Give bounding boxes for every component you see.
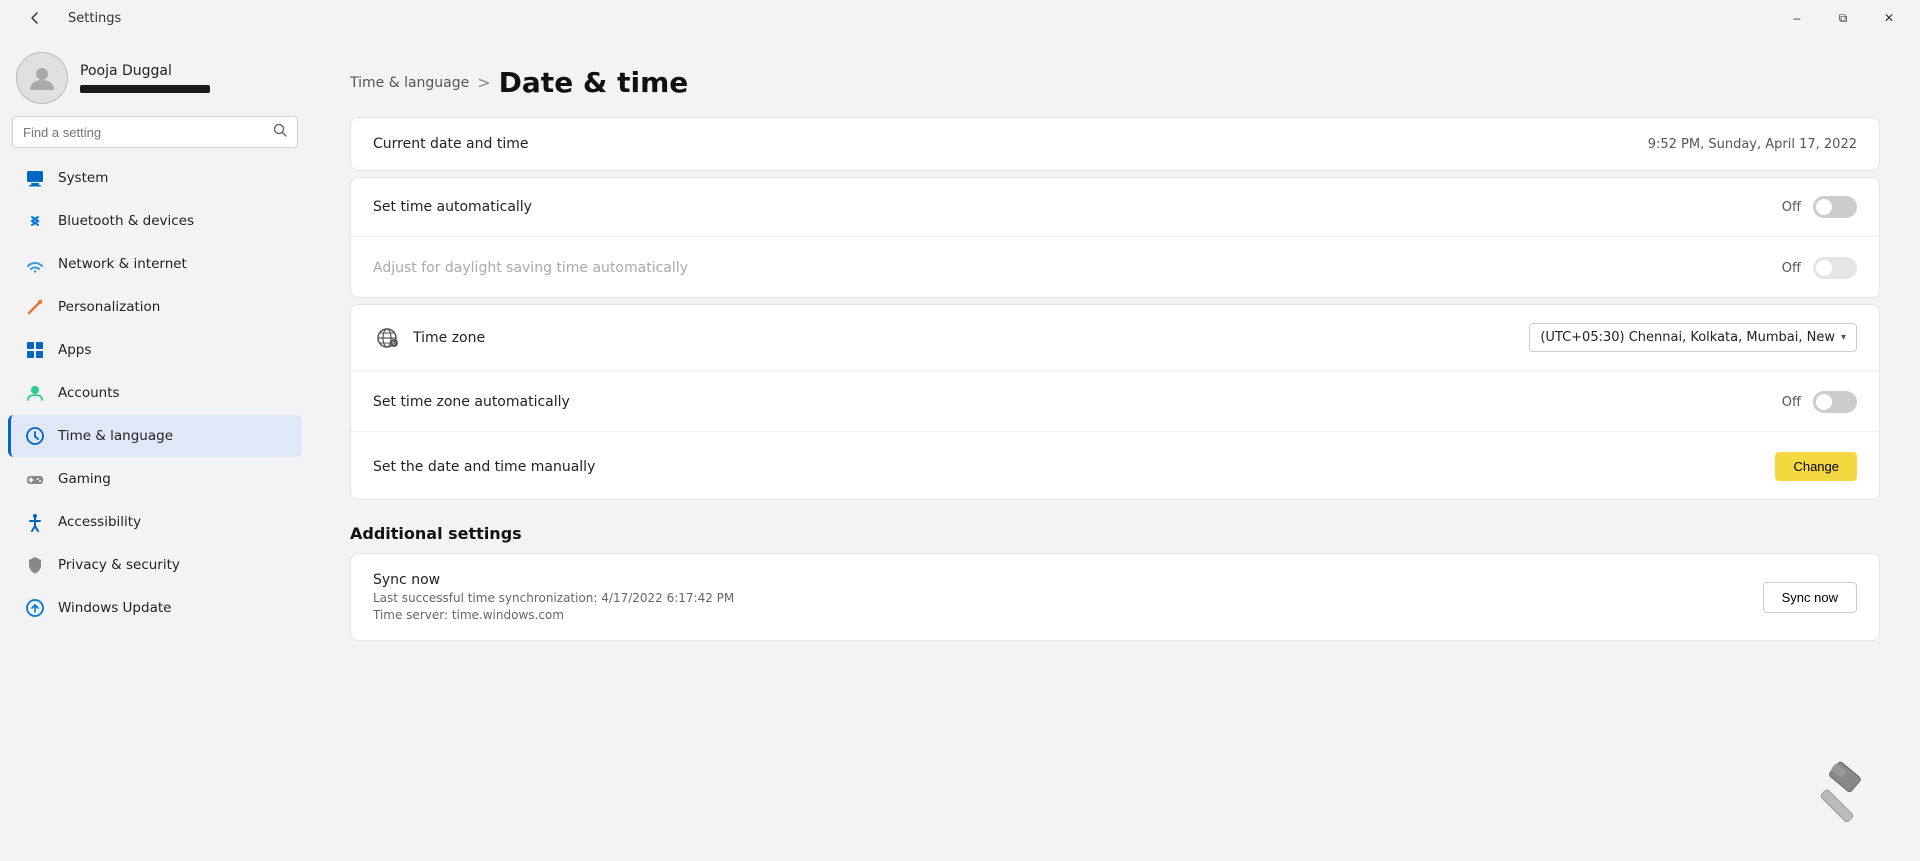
maximize-button[interactable]: ⧉ <box>1820 0 1866 36</box>
timezone-card: ↻ Time zone (UTC+05:30) Chennai, Kolkata… <box>350 304 1880 500</box>
sidebar: Pooja Duggal <box>0 36 310 861</box>
current-datetime-label: Current date and time <box>373 136 528 152</box>
sidebar-label-accounts: Accounts <box>58 385 120 401</box>
bluetooth-icon <box>24 210 46 232</box>
back-button[interactable] <box>12 0 58 36</box>
set-tz-auto-right: Off <box>1782 391 1857 413</box>
sidebar-label-privacy: Privacy & security <box>58 557 180 573</box>
sidebar-label-bluetooth: Bluetooth & devices <box>58 213 194 229</box>
change-button[interactable]: Change <box>1775 452 1857 481</box>
window-title: Settings <box>68 11 121 26</box>
privacy-icon <box>24 554 46 576</box>
set-time-auto-toggle[interactable] <box>1813 196 1857 218</box>
sync-now-button[interactable]: Sync now <box>1763 582 1857 613</box>
sidebar-item-gaming[interactable]: Gaming <box>8 458 302 500</box>
sidebar-label-accessibility: Accessibility <box>58 514 141 530</box>
daylight-state: Off <box>1782 261 1801 276</box>
sidebar-label-personalization: Personalization <box>58 299 160 315</box>
gaming-icon <box>24 468 46 490</box>
minimize-button[interactable]: – <box>1774 0 1820 36</box>
current-datetime-card: Current date and time 9:52 PM, Sunday, A… <box>350 117 1880 171</box>
sidebar-label-time: Time & language <box>58 428 173 444</box>
sidebar-item-system[interactable]: System <box>8 157 302 199</box>
sidebar-item-apps[interactable]: Apps <box>8 329 302 371</box>
titlebar-left: Settings <box>12 0 121 36</box>
user-section: Pooja Duggal <box>0 36 310 116</box>
additional-section: Additional settings Sync now Last succes… <box>350 502 1880 641</box>
time-icon <box>24 425 46 447</box>
set-tz-auto-label: Set time zone automatically <box>373 394 570 410</box>
sidebar-item-update[interactable]: Windows Update <box>8 587 302 629</box>
avatar <box>16 52 68 104</box>
close-button[interactable]: ✕ <box>1866 0 1912 36</box>
timezone-row: ↻ Time zone (UTC+05:30) Chennai, Kolkata… <box>351 305 1879 371</box>
breadcrumb-parent[interactable]: Time & language <box>350 75 469 91</box>
chevron-down-icon: ▾ <box>1841 332 1846 343</box>
settings-cards: Current date and time 9:52 PM, Sunday, A… <box>350 117 1880 641</box>
accessibility-icon <box>24 511 46 533</box>
accounts-icon <box>24 382 46 404</box>
sidebar-label-system: System <box>58 170 108 186</box>
sidebar-item-privacy[interactable]: Privacy & security <box>8 544 302 586</box>
system-icon <box>24 167 46 189</box>
sync-sub1: Last successful time synchronization: 4/… <box>373 591 734 605</box>
sidebar-label-apps: Apps <box>58 342 91 358</box>
timezone-left: ↻ Time zone <box>373 324 485 352</box>
search-icon <box>273 123 287 141</box>
titlebar: Settings – ⧉ ✕ <box>0 0 1920 36</box>
set-time-auto-state: Off <box>1782 200 1801 215</box>
timezone-label: Time zone <box>413 330 485 346</box>
sync-card: Sync now Last successful time synchroniz… <box>350 553 1880 641</box>
set-manual-label: Set the date and time manually <box>373 459 595 475</box>
timezone-value: (UTC+05:30) Chennai, Kolkata, Mumbai, Ne… <box>1540 330 1835 345</box>
timezone-dropdown[interactable]: (UTC+05:30) Chennai, Kolkata, Mumbai, Ne… <box>1529 323 1857 352</box>
sidebar-item-bluetooth[interactable]: Bluetooth & devices <box>8 200 302 242</box>
set-manual-row: Set the date and time manually Change <box>351 434 1879 499</box>
set-tz-auto-row: Set time zone automatically Off <box>351 373 1879 432</box>
daylight-row: Adjust for daylight saving time automati… <box>351 239 1879 297</box>
user-info: Pooja Duggal <box>80 63 210 93</box>
search-input[interactable] <box>23 125 265 140</box>
breadcrumb-current: Date & time <box>499 66 689 99</box>
daylight-label: Adjust for daylight saving time automati… <box>373 260 688 276</box>
search-box[interactable] <box>12 116 298 148</box>
sync-sub2: Time server: time.windows.com <box>373 608 734 622</box>
set-tz-auto-toggle[interactable] <box>1813 391 1857 413</box>
sync-title: Sync now <box>373 572 734 588</box>
app-body: Pooja Duggal <box>0 36 1920 861</box>
sync-info: Sync now Last successful time synchroniz… <box>373 572 734 622</box>
update-icon <box>24 597 46 619</box>
sidebar-nav: System Bluetooth & devices <box>0 156 310 630</box>
sidebar-item-personalization[interactable]: Personalization <box>8 286 302 328</box>
user-name: Pooja Duggal <box>80 63 210 79</box>
current-datetime-row: Current date and time 9:52 PM, Sunday, A… <box>351 118 1879 170</box>
set-time-auto-right: Off <box>1782 196 1857 218</box>
sidebar-item-time[interactable]: Time & language <box>8 415 302 457</box>
additional-title: Additional settings <box>350 524 1880 543</box>
timezone-icon: ↻ <box>373 324 401 352</box>
sidebar-label-update: Windows Update <box>58 600 171 616</box>
current-datetime-value: 9:52 PM, Sunday, April 17, 2022 <box>1648 137 1857 152</box>
breadcrumb: Time & language > Date & time <box>350 66 1880 99</box>
sidebar-label-network: Network & internet <box>58 256 187 272</box>
set-time-auto-label: Set time automatically <box>373 199 532 215</box>
sidebar-item-accessibility[interactable]: Accessibility <box>8 501 302 543</box>
set-time-auto-row: Set time automatically Off <box>351 178 1879 237</box>
daylight-right: Off <box>1782 257 1857 279</box>
content-area: Time & language > Date & time Current da… <box>310 36 1920 861</box>
daylight-toggle[interactable] <box>1813 257 1857 279</box>
set-time-auto-card: Set time automatically Off Adjust for da… <box>350 177 1880 298</box>
window-controls: – ⧉ ✕ <box>1774 0 1912 36</box>
sidebar-item-network[interactable]: Network & internet <box>8 243 302 285</box>
personalization-icon <box>24 296 46 318</box>
set-tz-auto-state: Off <box>1782 395 1801 410</box>
sidebar-item-accounts[interactable]: Accounts <box>8 372 302 414</box>
apps-icon <box>24 339 46 361</box>
svg-text:↻: ↻ <box>392 341 396 347</box>
network-icon <box>24 253 46 275</box>
breadcrumb-separator: > <box>477 73 490 92</box>
sidebar-label-gaming: Gaming <box>58 471 111 487</box>
user-bar-decoration <box>80 85 210 93</box>
